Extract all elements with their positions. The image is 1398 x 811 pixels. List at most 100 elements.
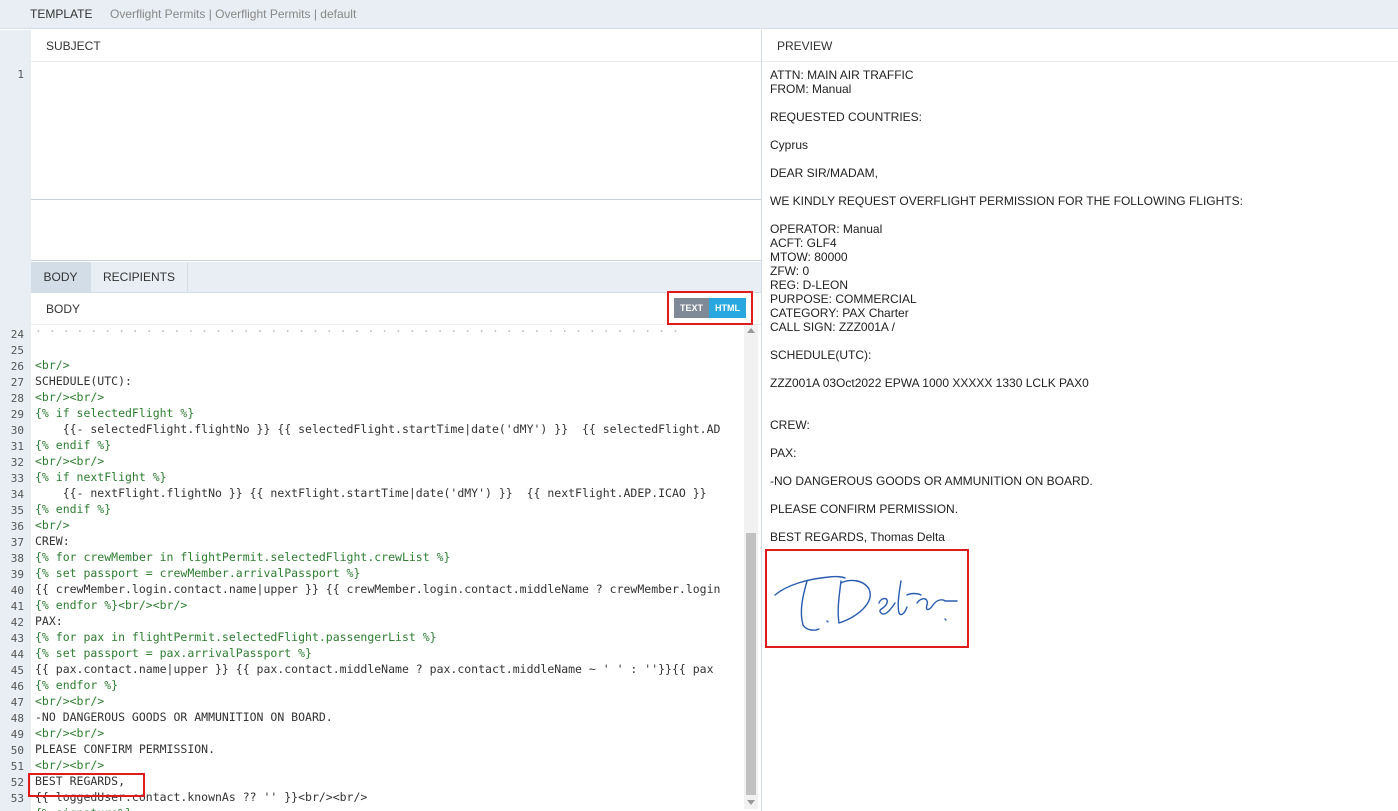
preview-line: OPERATOR: Manual <box>770 222 883 236</box>
preview-line: ZFW: 0 <box>770 264 810 278</box>
scrollbar-thumb[interactable] <box>746 533 756 795</box>
preview-header: PREVIEW <box>762 30 1398 62</box>
line-number: 35 <box>10 504 24 517</box>
code-line[interactable]: PLEASE CONFIRM PERMISSION. <box>35 741 215 757</box>
line-number: 25 <box>10 344 24 357</box>
code-line[interactable]: SCHEDULE(UTC): <box>35 373 132 389</box>
signature-highlight <box>765 549 969 648</box>
code-line[interactable]: {{ crewMember.login.contact.name|upper }… <box>35 581 720 597</box>
line-number: 29 <box>10 408 24 421</box>
subject-input[interactable] <box>31 62 761 200</box>
code-line[interactable]: <br/><br/> <box>35 453 104 469</box>
preview-line: PURPOSE: COMMERCIAL <box>770 292 917 306</box>
line-number: 34 <box>10 488 24 501</box>
code-line[interactable]: PAX: <box>35 613 63 629</box>
text-mode-button[interactable]: TEXT <box>674 298 710 318</box>
code-line[interactable]: {% set passport = pax.arrivalPassport %} <box>35 645 312 661</box>
body-heading: BODY <box>46 302 81 316</box>
line-number: 49 <box>10 728 24 741</box>
subject-heading: SUBJECT <box>46 39 101 53</box>
line-number: 36 <box>10 520 24 533</box>
subject-line-number: 1 <box>17 68 24 81</box>
editor-pane: SUBJECT BODY RECIPIENTS BODY TEXT HTML ·… <box>31 30 761 811</box>
code-line[interactable]: {{ pax.contact.name|upper }} {{ pax.cont… <box>35 661 714 677</box>
preview-line: PLEASE CONFIRM PERMISSION. <box>770 502 959 516</box>
code-line[interactable]: <br/> <box>35 517 70 533</box>
code-line[interactable]: <br/><br/> <box>35 389 104 405</box>
code-line[interactable]: -NO DANGEROUS GOODS OR AMMUNITION ON BOA… <box>35 709 333 725</box>
top-bar: TEMPLATE Overflight Permits | Overflight… <box>0 0 1398 29</box>
preview-line: ZZZ001A 03Oct2022 EPWA 1000 XXXXX 1330 L… <box>770 376 1089 390</box>
preview-line: ATTN: MAIN AIR TRAFFIC <box>770 68 914 82</box>
html-mode-button[interactable]: HTML <box>709 298 747 318</box>
preview-line: CALL SIGN: ZZZ001A / <box>770 320 895 334</box>
preview-line: DEAR SIR/MADAM, <box>770 166 879 180</box>
code-line[interactable]: {% if selectedFlight %} <box>35 405 194 421</box>
line-number: 48 <box>10 712 24 725</box>
code-line[interactable]: {% for crewMember in flightPermit.select… <box>35 549 450 565</box>
code-line[interactable]: <br/><br/> <box>35 725 104 741</box>
line-number: 24 <box>10 328 24 341</box>
preview-line: WE KINDLY REQUEST OVERFLIGHT PERMISSION … <box>770 194 1243 208</box>
code-line[interactable]: CREW: <box>35 533 70 549</box>
line-number: 28 <box>10 392 24 405</box>
line-number: 42 <box>10 616 24 629</box>
tab-body-label: BODY <box>43 270 78 284</box>
scroll-down-icon[interactable] <box>747 800 755 805</box>
line-number: 37 <box>10 536 24 549</box>
editor-scrollbar[interactable] <box>744 325 758 809</box>
body-tabs: BODY RECIPIENTS <box>31 262 761 293</box>
line-number: 38 <box>10 552 24 565</box>
code-editor[interactable]: · · · · · · · · · · · · · · · · · · · · … <box>31 325 745 811</box>
line-number: 53 <box>10 792 24 805</box>
line-number: 43 <box>10 632 24 645</box>
line-number: 32 <box>10 456 24 469</box>
preview-line: REG: D-LEON <box>770 278 849 292</box>
line-number: 51 <box>10 760 24 773</box>
line-number: 41 <box>10 600 24 613</box>
preview-line: PAX: <box>770 446 797 460</box>
line-number: 46 <box>10 680 24 693</box>
code-line[interactable]: {% if nextFlight %} <box>35 469 167 485</box>
code-line[interactable]: {{- selectedFlight.flightNo }} {{ select… <box>35 421 721 437</box>
code-line[interactable]: <br/><br/> <box>35 693 104 709</box>
code-line[interactable]: {% for pax in flightPermit.selectedFligh… <box>35 629 437 645</box>
tab-recipients-label: RECIPIENTS <box>102 270 175 284</box>
template-label: TEMPLATE <box>30 7 93 21</box>
code-line[interactable]: {% signature%} <box>35 805 132 811</box>
preview-line: BEST REGARDS, Thomas Delta <box>770 530 945 544</box>
subject-resize-area <box>31 201 761 261</box>
code-line[interactable]: {% endif %} <box>35 501 111 517</box>
format-toggle-highlight: TEXT HTML <box>667 291 753 325</box>
line-number: 52 <box>10 776 24 789</box>
preview-line: MTOW: 80000 <box>770 250 848 264</box>
code-line[interactable]: {% endfor %}<br/><br/> <box>35 597 187 613</box>
preview-line: REQUESTED COUNTRIES: <box>770 110 923 124</box>
line-number: 27 <box>10 376 24 389</box>
preview-heading: PREVIEW <box>777 39 833 53</box>
line-number: 31 <box>10 440 24 453</box>
code-line[interactable]: {% set passport = crewMember.arrivalPass… <box>35 565 360 581</box>
scroll-up-icon[interactable] <box>747 328 755 333</box>
preview-line: FROM: Manual <box>770 82 852 96</box>
line-number: 40 <box>10 584 24 597</box>
body-header: BODY <box>31 293 761 325</box>
line-number: 26 <box>10 360 24 373</box>
code-line[interactable]: {% endif %} <box>35 437 111 453</box>
line-number: 45 <box>10 664 24 677</box>
code-line[interactable]: <br/><br/> <box>35 757 104 773</box>
code-line[interactable]: {{- nextFlight.flightNo }} {{ nextFlight… <box>35 485 707 501</box>
code-line-partial: · · · · · · · · · · · · · · · · · · · · … <box>35 325 679 338</box>
tab-body[interactable]: BODY <box>31 262 91 293</box>
line-number: 39 <box>10 568 24 581</box>
line-number: 47 <box>10 696 24 709</box>
code-line[interactable]: <br/> <box>35 357 70 373</box>
line-number: 30 <box>10 424 24 437</box>
preview-line: CATEGORY: PAX Charter <box>770 306 909 320</box>
preview-line: SCHEDULE(UTC): <box>770 348 872 362</box>
signature-tag-highlight <box>28 773 145 797</box>
preview-line: Cyprus <box>770 138 809 152</box>
line-number: 33 <box>10 472 24 485</box>
code-line[interactable]: {% endfor %} <box>35 677 118 693</box>
tab-recipients[interactable]: RECIPIENTS <box>91 262 188 293</box>
